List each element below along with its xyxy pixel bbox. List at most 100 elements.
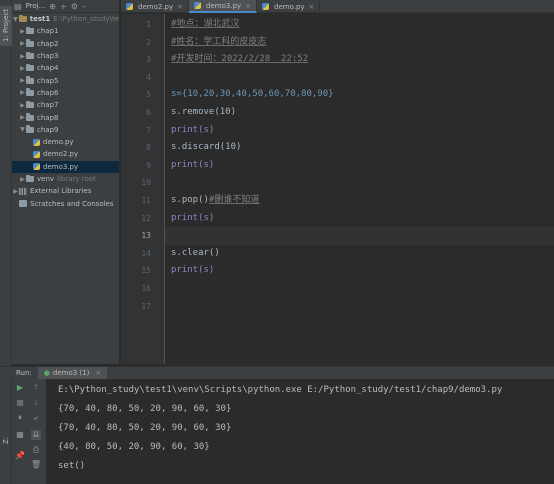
line-number: 16 <box>141 284 151 293</box>
line-number: 12 <box>141 213 151 223</box>
tree-folder[interactable]: ▶ chap6 <box>12 87 119 99</box>
chevron-right-icon[interactable]: ▶ <box>19 53 26 60</box>
code-line-remove: s.remove(10) <box>171 107 237 117</box>
run-label: Run: <box>16 369 32 377</box>
tree-folder[interactable]: ▶ chap5 <box>12 74 119 86</box>
chevron-right-icon[interactable]: ▶ <box>19 176 26 183</box>
chevron-right-icon[interactable]: ▶ <box>19 65 26 72</box>
folder-label: chap7 <box>37 101 59 110</box>
editor-tab-label: demo3.py <box>206 1 242 10</box>
line-number: 2 <box>146 37 151 47</box>
root-path: E:\Python_study\te <box>53 15 119 24</box>
side-tab-structure[interactable]: Z: Structure <box>0 420 22 460</box>
code-area[interactable]: #地点：湖北武汉 #姓名：学工科的皮皮志 #开发时间：2022/2/28 22:… <box>165 14 554 364</box>
gear-icon[interactable]: ⚙ <box>71 2 78 11</box>
scroll-to-end-icon[interactable]: ⇊ <box>31 430 41 440</box>
close-icon[interactable]: × <box>245 2 251 10</box>
line-number: 11 <box>141 196 151 205</box>
line-number: 1 <box>146 20 151 29</box>
editor-tab[interactable]: demo.py × <box>257 0 321 13</box>
tree-folder[interactable]: ▶ chap4 <box>12 62 119 74</box>
code-line-print: print(s) <box>171 159 215 170</box>
locate-icon[interactable]: ⊕ <box>49 2 56 11</box>
python-file-icon <box>126 3 133 10</box>
run-tab[interactable]: ● demo3 (1) × <box>37 366 108 380</box>
tree-folder[interactable]: ▶ chap1 <box>12 25 119 37</box>
soft-wrap-icon[interactable]: ⤶ <box>31 413 41 423</box>
python-file-icon <box>194 2 201 9</box>
run-toolbar: ▶ ↑ ■ ↓ ⏸ ⤶ ▦ ⇊ ⎙ 📌 🗑 <box>12 379 46 484</box>
pause-icon[interactable]: ⏸ <box>15 413 25 423</box>
line-number-gutter: 1 2 3 4 5 6 7 8 9 10 11 12 13 14 15 16 17 <box>121 14 165 364</box>
tree-folder-chap9[interactable]: ▼ chap9 <box>12 124 119 136</box>
print-icon[interactable]: ⎙ <box>31 445 41 455</box>
folder-icon <box>26 39 34 47</box>
run-console-output[interactable]: E:\Python_study\test1\venv\Scripts\pytho… <box>46 379 554 484</box>
stop-icon[interactable]: ■ <box>15 398 25 408</box>
chevron-down-icon[interactable]: ▼ <box>12 16 19 23</box>
project-title[interactable]: Proj... <box>26 2 46 10</box>
python-file-icon <box>33 150 40 158</box>
tree-folder[interactable]: ▶ chap7 <box>12 99 119 111</box>
layout-icon[interactable]: ▦ <box>15 430 25 440</box>
file-label: demo2.py <box>43 150 79 159</box>
folder-icon <box>26 26 34 35</box>
close-icon[interactable]: × <box>177 3 183 11</box>
code-line-comment: #姓名：学工科的皮皮志 <box>171 36 267 47</box>
file-label: demo.py <box>43 138 74 147</box>
editor-tab[interactable]: demo2.py × <box>121 0 189 13</box>
trash-icon[interactable]: 🗑 <box>31 460 41 470</box>
python-file-icon <box>33 163 40 171</box>
line-number: 9 <box>146 160 151 170</box>
folder-icon <box>26 113 34 121</box>
chevron-right-icon[interactable]: ▶ <box>19 102 26 109</box>
side-tab-project[interactable]: 1: Project <box>0 6 12 46</box>
tree-file[interactable]: demo2.py <box>12 148 119 160</box>
tree-file[interactable]: demo3.py <box>12 160 119 173</box>
scratches-icon <box>19 200 27 208</box>
tree-folder[interactable]: ▶ chap8 <box>12 111 119 123</box>
chevron-down-icon[interactable]: ▼ <box>19 126 26 133</box>
tree-venv[interactable]: ▶ venv library root <box>12 173 119 185</box>
folder-icon <box>26 63 34 72</box>
project-view-icon: ▤ <box>14 1 22 11</box>
rerun-icon[interactable]: ▶ <box>15 383 25 393</box>
file-label: demo3.py <box>43 162 79 171</box>
folder-label: chap9 <box>37 125 59 134</box>
run-panel-header: Run: ● demo3 (1) × <box>0 366 554 380</box>
tree-folder[interactable]: ▶ chap3 <box>12 50 119 62</box>
tree-root[interactable]: ▼ test1 E:\Python_study\te <box>12 13 119 25</box>
scroll-down-icon[interactable]: ↓ <box>31 398 41 408</box>
line-number: 10 <box>141 178 151 188</box>
chevron-right-icon[interactable]: ▶ <box>12 188 19 195</box>
chevron-right-icon[interactable]: ▶ <box>19 89 26 96</box>
chevron-right-icon[interactable]: ▶ <box>19 28 26 35</box>
project-toolbar: ▤ Proj... ⊕ ÷ ⚙ – <box>12 0 119 13</box>
chevron-right-icon[interactable]: ▶ <box>19 114 26 121</box>
folder-icon <box>26 51 34 60</box>
tree-scratches[interactable]: Scratches and Consoles <box>12 197 119 209</box>
folder-label: chap5 <box>37 76 59 85</box>
scroll-up-icon[interactable]: ↑ <box>31 383 41 393</box>
python-file-icon <box>33 138 40 146</box>
code-line-clear: s.clear() <box>171 247 220 258</box>
code-editor[interactable]: 1 2 3 4 5 6 7 8 9 10 11 12 13 14 15 16 17 #地点：湖北武汉 #姓名：学… <box>121 14 554 364</box>
tree-file[interactable]: demo.py <box>12 136 119 148</box>
tree-external-libraries[interactable]: ▶ External Libraries <box>12 185 119 197</box>
code-line-discard: s.discard(10) <box>171 142 242 153</box>
folder-icon <box>26 174 34 182</box>
close-icon[interactable]: × <box>309 3 315 11</box>
library-icon <box>19 187 27 195</box>
collapse-icon[interactable]: ÷ <box>60 2 67 11</box>
hide-icon[interactable]: – <box>82 2 86 11</box>
line-number: 6 <box>146 108 151 117</box>
close-icon[interactable]: × <box>95 369 101 377</box>
console-output-line: {40, 80, 50, 20, 90, 60, 30} <box>58 442 210 452</box>
pin-icon[interactable]: 📌 <box>15 451 25 461</box>
code-line-print: print(s) <box>171 265 215 276</box>
chevron-right-icon[interactable]: ▶ <box>19 77 26 84</box>
chevron-right-icon[interactable]: ▶ <box>19 40 26 47</box>
folder-list: ▶ chap1 ▶ chap2 ▶ chap3 ▶ chap4 ▶ chap5 ▶ chap6 ▶ cha… <box>12 25 119 123</box>
tree-folder[interactable]: ▶ chap2 <box>12 38 119 50</box>
editor-tab[interactable]: demo3.py × <box>189 0 257 13</box>
